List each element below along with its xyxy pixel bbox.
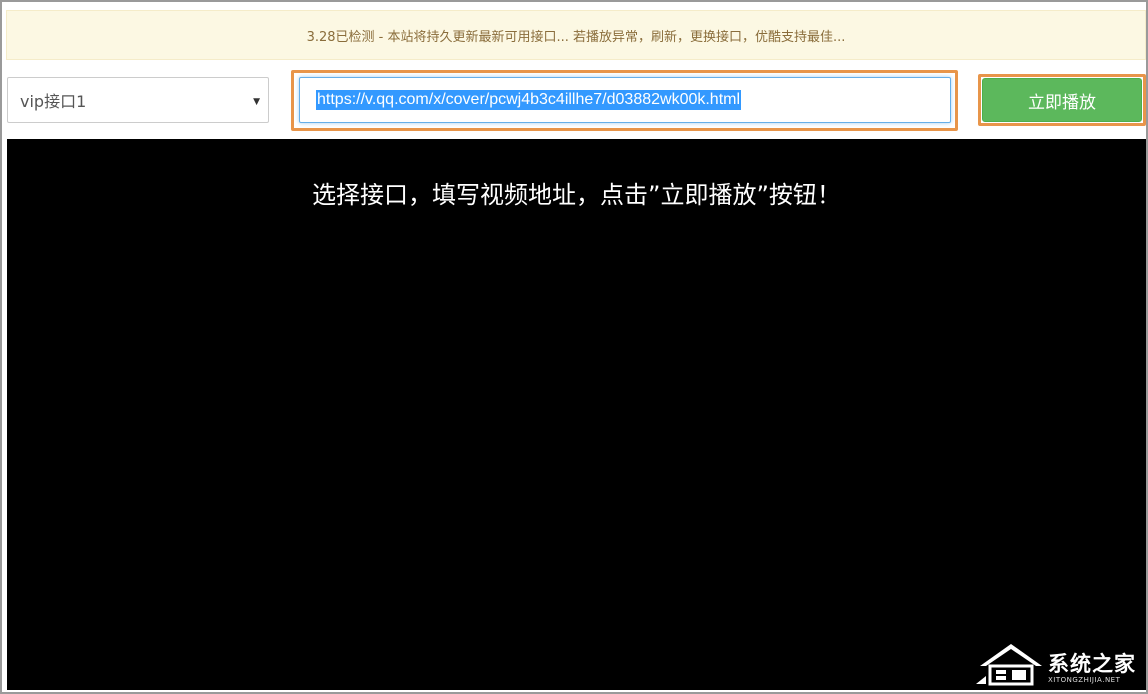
house-logo-icon <box>976 644 1042 686</box>
video-player[interactable]: 选择接口，填写视频地址，点击”立即播放”按钮！ <box>7 139 1146 690</box>
caret-down-icon: ▼ <box>253 97 260 107</box>
interface-select-value: vip接口1 <box>20 92 87 111</box>
video-url-input[interactable]: https://v.qq.com/x/cover/pcwj4b3c4illhe7… <box>299 77 951 123</box>
url-input-selected-text: https://v.qq.com/x/cover/pcwj4b3c4illhe7… <box>316 90 742 110</box>
play-now-button[interactable]: 立即播放 <box>982 78 1142 122</box>
watermark-logo: 系统之家 XITONGZHIJIA.NET <box>976 636 1146 692</box>
page-frame: 3.28已检测 - 本站将持久更新最新可用接口... 若播放异常，刷新，更换接口… <box>0 0 1148 694</box>
interface-select[interactable]: vip接口1 ▼ <box>7 77 269 123</box>
play-now-button-label: 立即播放 <box>1028 92 1096 113</box>
notice-banner: 3.28已检测 - 本站将持久更新最新可用接口... 若播放异常，刷新，更换接口… <box>6 10 1146 60</box>
notice-text: 3.28已检测 - 本站将持久更新最新可用接口... 若播放异常，刷新，更换接口… <box>306 29 846 45</box>
watermark-text: 系统之家 <box>1048 652 1136 676</box>
watermark-subtext: XITONGZHIJIA.NET <box>1048 676 1121 684</box>
player-instruction: 选择接口，填写视频地址，点击”立即播放”按钮！ <box>312 181 841 209</box>
